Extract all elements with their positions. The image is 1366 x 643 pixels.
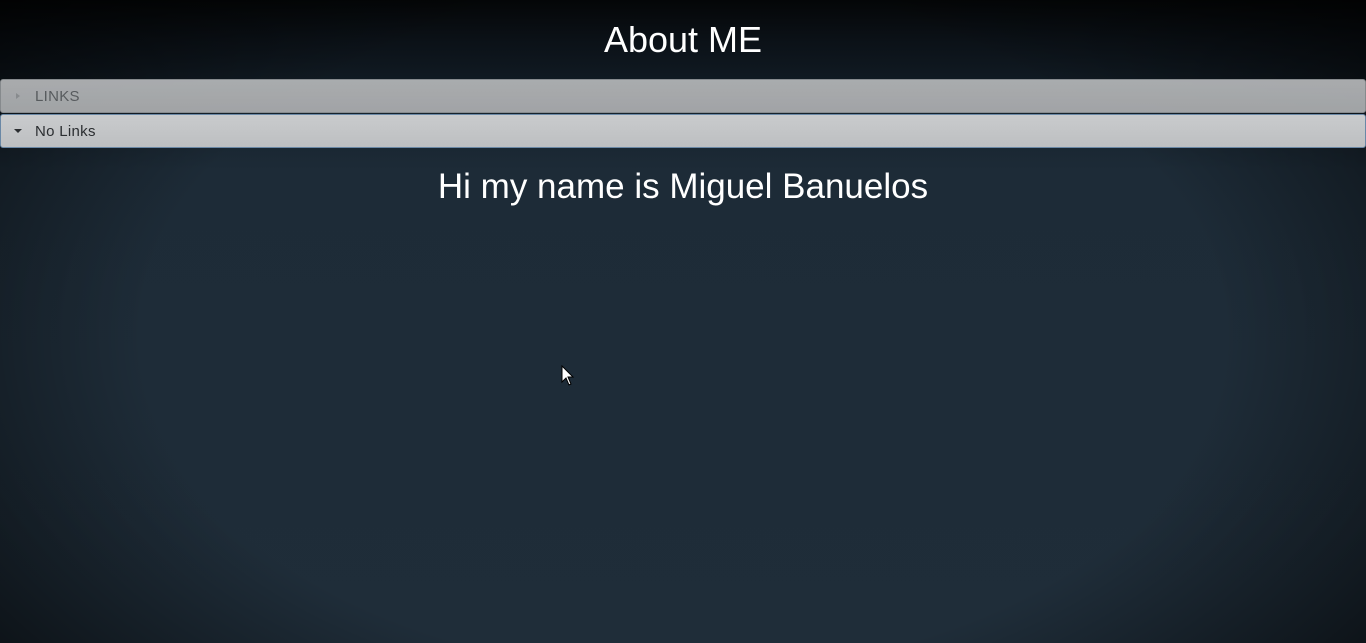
accordion-header-links[interactable]: LINKS — [0, 79, 1366, 113]
page: About ME LINKS No Links Hi my name is Mi… — [0, 0, 1366, 643]
triangle-right-icon — [11, 89, 25, 103]
triangle-down-icon — [11, 124, 25, 138]
accordion-header-label: LINKS — [35, 88, 80, 105]
mouse-cursor-icon — [561, 364, 575, 387]
accordion-header-label: No Links — [35, 123, 96, 140]
accordion-header-no-links[interactable]: No Links — [0, 114, 1366, 148]
intro-heading: Hi my name is Miguel Banuelos — [437, 167, 929, 206]
accordion: LINKS No Links — [0, 79, 1366, 149]
page-title: About ME — [603, 19, 763, 60]
